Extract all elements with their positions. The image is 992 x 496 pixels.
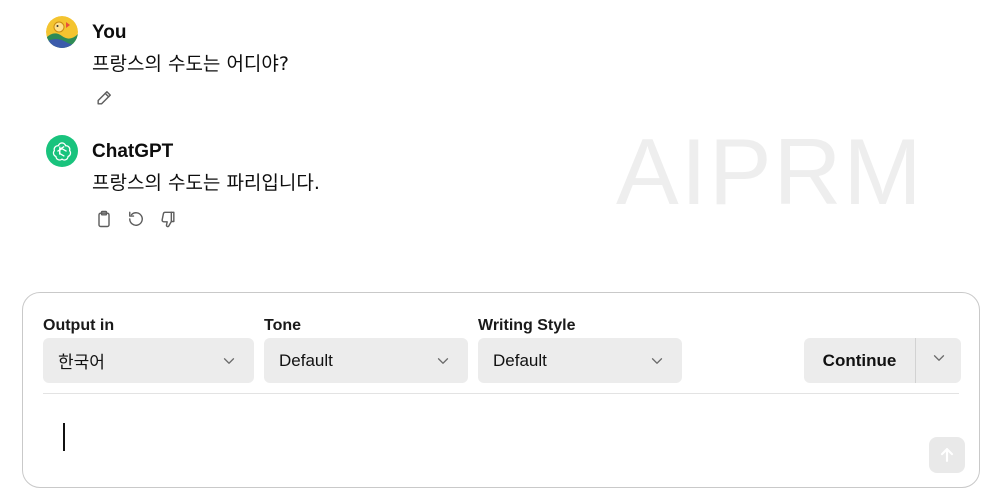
continue-split-button: Continue (804, 338, 961, 383)
assistant-message-actions (92, 207, 180, 231)
user-avatar-icon (46, 16, 78, 48)
tone-value: Default (279, 350, 333, 370)
writing-style-select[interactable]: Default (478, 338, 682, 383)
writing-style-value: Default (493, 350, 547, 370)
output-language-label: Output in (43, 317, 115, 334)
output-language-value: 한국어 (58, 353, 105, 372)
openai-logo-icon (46, 135, 78, 167)
tone-label: Tone (264, 317, 302, 334)
continue-options-button[interactable] (916, 338, 961, 383)
assistant-author-name: ChatGPT (92, 141, 174, 162)
chevron-down-icon (648, 352, 666, 370)
continue-button[interactable]: Continue (804, 338, 915, 383)
output-language-select[interactable]: 한국어 (43, 338, 254, 383)
arrow-up-icon (940, 448, 954, 462)
aiprm-watermark: AIPRM (616, 119, 924, 224)
writing-style-label: Writing Style (478, 317, 576, 334)
chevron-down-icon (930, 349, 948, 372)
pencil-edit-icon[interactable] (92, 86, 116, 110)
prompt-composer: Output in 한국어 Tone Default Writing Style… (22, 292, 980, 488)
user-author-name: You (92, 22, 127, 43)
user-message-text: 프랑스의 수도는 어디야? (92, 53, 289, 75)
clipboard-copy-icon[interactable] (92, 207, 116, 231)
message-input[interactable] (43, 405, 903, 475)
user-message-actions (92, 86, 116, 110)
chevron-down-icon (220, 352, 238, 370)
chevron-down-icon (434, 352, 452, 370)
tone-select[interactable]: Default (264, 338, 468, 383)
composer-divider (43, 393, 959, 394)
regenerate-icon[interactable] (124, 207, 148, 231)
text-cursor (63, 423, 65, 451)
chat-page: AIPRM You 프랑스의 수도는 어디야? ChatGPT 프랑스의 수도는… (0, 0, 992, 496)
send-button[interactable] (929, 437, 965, 473)
assistant-message-text: 프랑스의 수도는 파리입니다. (92, 172, 320, 194)
thumbs-down-icon[interactable] (156, 207, 180, 231)
